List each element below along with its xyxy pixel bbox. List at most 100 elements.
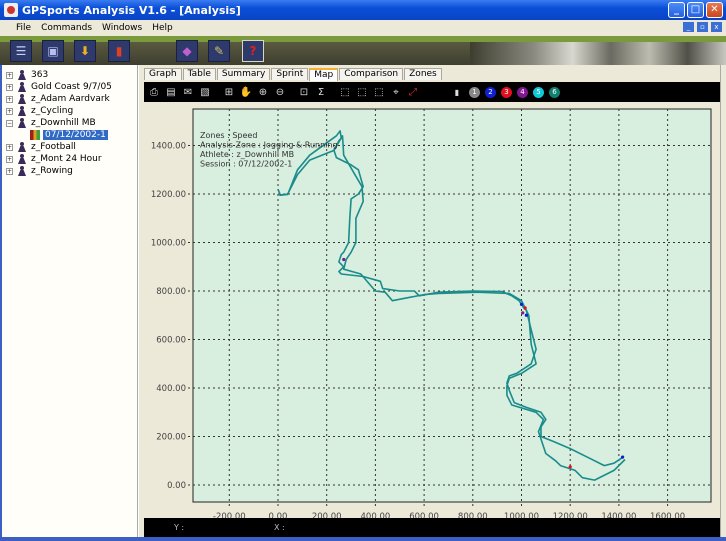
tree-session-item[interactable]: 07/12/2002-1 — [30, 129, 108, 141]
maximize-button[interactable]: □ — [687, 2, 704, 18]
print-icon[interactable]: ⎙ — [147, 85, 161, 99]
tree-item-label: 363 — [31, 70, 49, 80]
mdi-close-button[interactable]: x — [711, 22, 722, 32]
zone-5-button[interactable]: 5 — [533, 86, 544, 98]
session-tree: +363 + Gold Coast 9/7/05 + z_Adam Aardvark + z… — [0, 65, 138, 541]
zoom-out-icon[interactable]: ⊖ — [273, 85, 287, 99]
tree-item[interactable]: + z_Cycling — [6, 105, 73, 117]
chart-button[interactable]: ▮ — [108, 40, 130, 62]
annotation-line: Zones : Speed — [200, 131, 257, 140]
help-icon: ? — [249, 44, 257, 58]
session-chart-icon — [30, 130, 40, 140]
y-tick-label: 1200.00 — [151, 190, 186, 200]
tree-item[interactable]: + z_Adam Aardvark — [6, 93, 110, 105]
mdi-minimize-button[interactable]: _ — [683, 22, 694, 32]
menu-help[interactable]: Help — [147, 23, 178, 33]
email-icon[interactable]: ✉ — [181, 85, 195, 99]
zone-marker — [519, 302, 524, 306]
select-rect3-icon[interactable]: ⬚ — [372, 85, 386, 99]
tree-item-label: Gold Coast 9/7/05 — [31, 82, 112, 92]
y-coordinate-label: Y : — [174, 523, 185, 532]
tree-item[interactable]: + Gold Coast 9/7/05 — [6, 81, 112, 93]
tree-item[interactable]: − z_Downhill MB — [6, 117, 96, 129]
tab-zones[interactable]: Zones — [404, 68, 442, 80]
main-toolbar: ☰ ▣ ⬇ ▮ ◆ ✎? — [0, 36, 726, 65]
y-tick-label: 1000.00 — [151, 239, 186, 249]
zone-marker — [342, 257, 346, 262]
athlete-icon — [17, 106, 27, 116]
tree-item[interactable]: + z_Rowing — [6, 165, 73, 177]
zone-2-button[interactable]: 2 — [485, 86, 496, 98]
expand-toggle-icon[interactable]: + — [6, 107, 13, 115]
fit-icon[interactable]: ⊞ — [222, 85, 236, 99]
minimize-button[interactable]: _ — [668, 2, 685, 18]
y-tick-label: 600.00 — [156, 336, 186, 346]
file-button[interactable]: ▣ — [42, 40, 64, 62]
select-rect-icon[interactable]: ⬚ — [338, 85, 352, 99]
zoom-in-icon[interactable]: ⊕ — [256, 85, 270, 99]
zone-3-button[interactable]: 3 — [501, 86, 512, 98]
zone-marker — [521, 311, 525, 315]
expand-toggle-icon[interactable]: + — [6, 95, 13, 103]
tab-map[interactable]: Map — [309, 68, 339, 81]
pan-hand-icon[interactable]: ✋ — [239, 85, 253, 99]
expand-toggle-icon[interactable]: + — [6, 143, 13, 151]
window-title: GPSports Analysis V1.6 - [Analysis] — [22, 3, 241, 17]
scale-icon[interactable]: ⊡ — [297, 85, 311, 99]
tab-sprint[interactable]: Sprint — [271, 68, 309, 80]
tab-comparison[interactable]: Comparison — [339, 68, 404, 80]
sum-icon[interactable]: Σ — [314, 85, 328, 99]
zone-marker — [568, 465, 572, 469]
expand-toggle-icon[interactable]: + — [6, 83, 13, 91]
x-coordinate-label: X : — [274, 523, 285, 532]
athlete-icon — [17, 166, 27, 176]
zone-4-button[interactable]: 4 — [517, 86, 528, 98]
file-icon: ▣ — [47, 44, 59, 58]
athlete-icon — [17, 70, 27, 80]
annotation-line: Athlete : z_Downhill MB — [200, 150, 294, 159]
ruler-icon: ✎ — [213, 44, 225, 58]
close-button[interactable]: ✕ — [706, 2, 723, 18]
tree-item-label: z_Mont 24 Hour — [31, 154, 102, 164]
expand-toggle-icon[interactable]: + — [6, 167, 13, 175]
ruler-button[interactable]: ✎ — [208, 40, 230, 62]
athlete-figure-icon[interactable]: ▮ — [450, 85, 464, 99]
zone-marker — [524, 313, 528, 317]
menu-windows[interactable]: Windows — [97, 23, 147, 33]
menu-commands[interactable]: Commands — [36, 23, 97, 33]
tab-graph[interactable]: Graph — [144, 68, 182, 80]
list-button[interactable]: ☰ — [10, 40, 32, 62]
select-rect2-icon[interactable]: ⬚ — [355, 85, 369, 99]
tree-item[interactable]: +363 — [6, 69, 48, 81]
help-button[interactable]: ? — [242, 40, 264, 62]
crosshair-icon[interactable]: ⌖ — [389, 85, 403, 99]
menu-file[interactable]: File — [0, 23, 36, 33]
tab-table[interactable]: Table — [182, 68, 216, 80]
tree-item[interactable]: + z_Football — [6, 141, 76, 153]
y-tick-label: 1400.00 — [151, 142, 186, 152]
map-plot[interactable]: -200.00 0.00 200.00 400.00 600.00 800.00 1000.… — [144, 102, 720, 522]
coordinate-statusbar: Y : X : — [144, 518, 720, 537]
tree-item-label: z_Downhill MB — [31, 118, 96, 128]
menu-bar: File Commands Windows Help — [0, 20, 726, 35]
download-icon: ⬇ — [79, 44, 91, 58]
zone-1-button[interactable]: 1 — [469, 86, 480, 98]
map-chart[interactable]: -200.00 0.00 200.00 400.00 600.00 800.00 1000.… — [144, 102, 720, 522]
collapse-toggle-icon[interactable]: − — [6, 119, 13, 127]
track-icon[interactable]: ⤢ — [406, 85, 420, 99]
export-icon[interactable]: ▧ — [198, 85, 212, 99]
clipboard-icon[interactable]: ▤ — [164, 85, 178, 99]
zone-6-button[interactable]: 6 — [549, 86, 560, 98]
tab-summary[interactable]: Summary — [216, 68, 271, 80]
mdi-restore-button[interactable]: ▫ — [697, 22, 708, 32]
athlete-icon — [17, 118, 27, 128]
annotation-line: Analysis Zone : Jogging & Running — [200, 141, 338, 150]
tree-item-label: z_Adam Aardvark — [31, 94, 110, 104]
book-button[interactable]: ◆ — [176, 40, 198, 62]
map-toolbar: ⎙ ▤ ✉ ▧ ⊞ ✋ ⊕ ⊖ ⊡ Σ ⬚ ⬚ ⬚ ⌖ ⤢ ▮ 1 2 3 4 5 6 — [144, 82, 720, 102]
expand-toggle-icon[interactable]: + — [6, 71, 13, 79]
download-button[interactable]: ⬇ — [74, 40, 96, 62]
tree-item[interactable]: + z_Mont 24 Hour — [6, 153, 102, 165]
expand-toggle-icon[interactable]: + — [6, 155, 13, 163]
list-icon: ☰ — [15, 44, 27, 58]
